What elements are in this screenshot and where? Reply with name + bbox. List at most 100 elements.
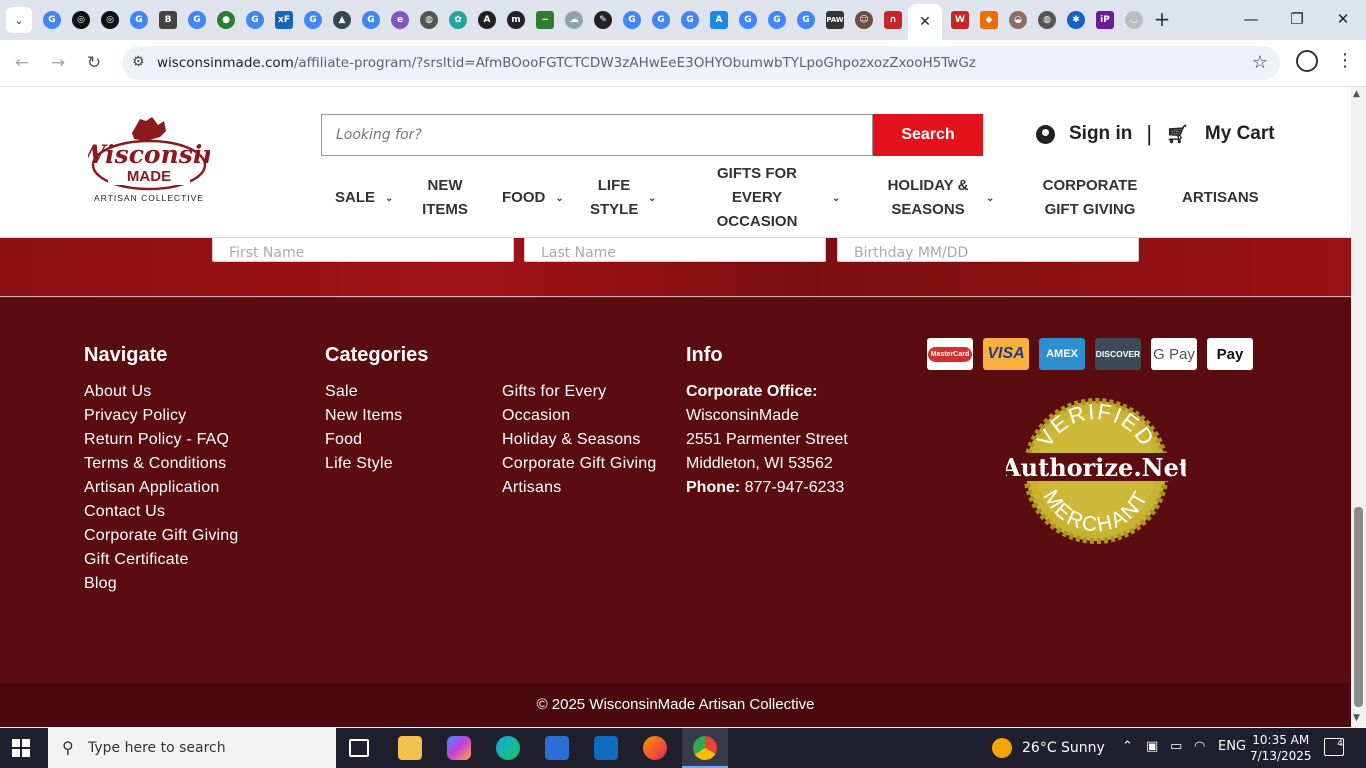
footer-link[interactable]: New Items <box>325 404 402 428</box>
tab-google-icon[interactable]: G <box>768 11 786 29</box>
forward-arrow-icon[interactable]: → <box>47 52 69 74</box>
more-menu-icon[interactable]: ⋮ <box>1336 50 1354 71</box>
minimize-button[interactable]: — <box>1236 8 1266 30</box>
scroll-down-icon[interactable]: ▼ <box>1353 713 1360 723</box>
tab-ip-icon[interactable]: iP <box>1096 11 1114 29</box>
tab-google-icon[interactable]: G <box>623 11 641 29</box>
tab-gear-icon[interactable]: ✱ <box>1067 11 1085 29</box>
my-cart-link[interactable]: My Cart <box>1205 123 1275 145</box>
notification-icon[interactable]: 4 <box>1324 738 1344 756</box>
tab-pen-icon[interactable]: ✎ <box>594 11 612 29</box>
footer-link[interactable]: Occasion <box>502 404 656 428</box>
store-icon[interactable] <box>545 736 569 760</box>
tab-paw-icon[interactable]: PAW <box>826 11 844 29</box>
nav-corporate-gift[interactable]: CORPORATE GIFT GIVING <box>1026 173 1154 223</box>
tab-google-icon[interactable]: G <box>362 11 380 29</box>
tab-globe-icon[interactable]: ◍ <box>1038 11 1056 29</box>
tab-globe-icon[interactable]: ● <box>217 11 235 29</box>
tab-google-icon[interactable]: G <box>130 11 148 29</box>
tab-spiral-icon[interactable]: ◎ <box>72 11 90 29</box>
weather-widget[interactable]: 26°C Sunny <box>992 738 1105 758</box>
tab-arc-icon[interactable]: ∩ <box>884 11 902 29</box>
clock[interactable]: 10:35 AM 7/13/2025 <box>1250 732 1312 764</box>
taskbar-search[interactable]: ⚲ Type here to search <box>48 728 336 768</box>
copilot-icon[interactable] <box>447 736 471 760</box>
footer-link[interactable]: Gifts for Every <box>502 380 656 404</box>
nav-life-style[interactable]: LIFE STYLE ⌄ <box>590 173 656 223</box>
tab-car-icon[interactable]: ◒ <box>1009 11 1027 29</box>
tab-b-icon[interactable]: B <box>159 11 177 29</box>
tab-openai-icon[interactable]: ✿ <box>449 11 467 29</box>
profile-icon[interactable] <box>1296 50 1318 72</box>
search-button[interactable]: Search <box>873 114 983 156</box>
address-bar[interactable]: ⚙ wisconsinmade.com/affiliate-program/?s… <box>122 46 1280 80</box>
tab-google-icon[interactable]: G <box>246 11 264 29</box>
battery-icon[interactable]: ▭ <box>1170 739 1182 754</box>
sign-in-link[interactable]: Sign in <box>1069 123 1132 145</box>
edge-icon[interactable] <box>496 736 520 760</box>
meet-icon[interactable]: ▣ <box>1146 739 1158 754</box>
wifi-icon[interactable]: ◠ <box>1194 739 1205 754</box>
close-window-button[interactable]: ✕ <box>1328 8 1358 30</box>
chrome-icon[interactable] <box>693 736 717 760</box>
tab-google-icon[interactable]: G <box>681 11 699 29</box>
file-explorer-icon[interactable] <box>398 736 422 760</box>
tab-xf-icon[interactable]: xF <box>275 11 293 29</box>
tab-google-icon[interactable]: G <box>652 11 670 29</box>
nav-artisans[interactable]: ARTISANS <box>1182 173 1259 223</box>
tray-chevron-icon[interactable]: ⌃ <box>1122 739 1133 754</box>
footer-link[interactable]: Corporate Gift Giving <box>502 452 656 476</box>
tab-orange-icon[interactable]: ◆ <box>980 11 998 29</box>
footer-link[interactable]: Sale <box>325 380 402 404</box>
footer-link[interactable]: Privacy Policy <box>84 404 238 428</box>
footer-link[interactable]: About Us <box>84 380 238 404</box>
footer-link[interactable]: Life Style <box>325 452 402 476</box>
active-tab[interactable]: ✕ <box>908 4 942 40</box>
reload-icon[interactable]: ↻ <box>83 52 105 74</box>
new-tab-button[interactable]: + <box>1151 8 1173 30</box>
phone-number[interactable]: 877-947-6233 <box>745 479 845 496</box>
authorize-net-seal[interactable]: VERIFIED Authorize.Net MERCHANT <box>1006 397 1186 545</box>
scrollbar-thumb[interactable] <box>1354 507 1363 707</box>
footer-link[interactable]: Artisans <box>502 476 656 500</box>
tab-hat-icon[interactable]: ▲ <box>333 11 351 29</box>
url-text[interactable]: wisconsinmade.com/affiliate-program/?srs… <box>157 55 976 71</box>
tab-sign-icon[interactable]: A <box>710 11 728 29</box>
tab-spiral-icon[interactable]: ◎ <box>101 11 119 29</box>
search-input[interactable] <box>321 114 873 156</box>
nav-new-items[interactable]: NEW ITEMS <box>422 173 468 223</box>
footer-link[interactable]: Artisan Application <box>84 476 238 500</box>
scroll-up-icon[interactable]: ▲ <box>1353 89 1360 99</box>
tab-google-icon[interactable]: G <box>188 11 206 29</box>
site-info-icon[interactable]: ⚙ <box>132 54 145 70</box>
nav-holiday[interactable]: HOLIDAY & SEASONS ⌄ <box>880 173 995 223</box>
footer-link[interactable]: Terms & Conditions <box>84 452 238 476</box>
tab-globe-icon[interactable]: ◍ <box>420 11 438 29</box>
footer-link[interactable]: Contact Us <box>84 500 238 524</box>
language-indicator[interactable]: ENG <box>1218 739 1246 754</box>
footer-link[interactable]: Gift Certificate <box>84 548 238 572</box>
tab-close-icon[interactable]: ✕ <box>919 14 931 30</box>
nav-food[interactable]: FOOD ⌄ <box>502 173 564 223</box>
footer-link[interactable]: Holiday & Seasons <box>502 428 656 452</box>
footer-link[interactable]: Blog <box>84 572 238 596</box>
user-icon[interactable] <box>1036 124 1055 144</box>
tab-a-icon[interactable]: A <box>478 11 496 29</box>
tab-chart-icon[interactable]: ~ <box>536 11 554 29</box>
tab-google-icon[interactable]: G <box>797 11 815 29</box>
maximize-button[interactable]: ❐ <box>1282 8 1312 30</box>
tab-face-icon[interactable]: ☺ <box>855 11 873 29</box>
windows-start-icon[interactable] <box>12 739 30 757</box>
back-arrow-icon[interactable]: ← <box>11 52 33 74</box>
tab-search-chevron-icon[interactable]: ⌄ <box>6 7 32 33</box>
tab-cloud-icon[interactable]: ☁ <box>565 11 583 29</box>
firefox-icon[interactable] <box>643 736 667 760</box>
page-scrollbar[interactable]: ▲ ▼ <box>1351 87 1366 727</box>
footer-link[interactable]: Return Policy - FAQ <box>84 428 238 452</box>
outlook-icon[interactable] <box>594 736 618 760</box>
tab-m-icon[interactable]: m <box>507 11 525 29</box>
footer-link[interactable]: Corporate Gift Giving <box>84 524 238 548</box>
task-view-icon[interactable] <box>349 739 369 757</box>
nav-gifts[interactable]: GIFTS FOR EVERY OCCASION ⌄ <box>692 165 841 230</box>
tab-google-icon[interactable]: G <box>739 11 757 29</box>
